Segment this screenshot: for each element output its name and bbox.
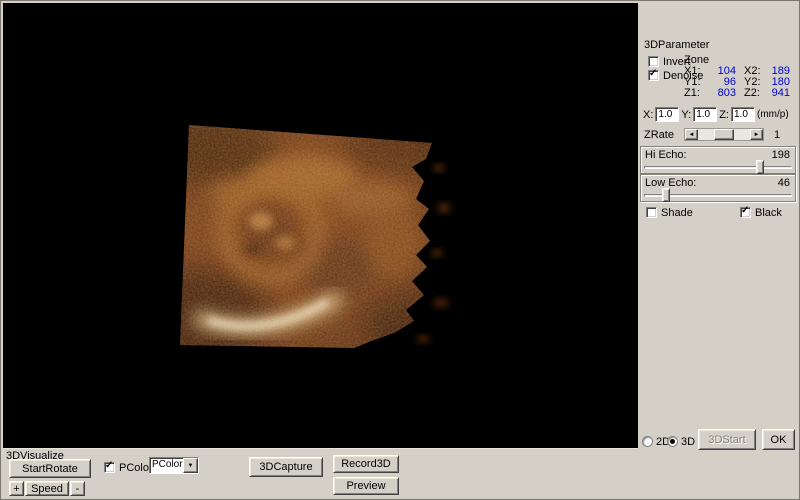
scroll-left-button[interactable]: ◄ xyxy=(685,129,698,140)
dropdown-button[interactable]: ▼ xyxy=(183,458,198,473)
denoise-checkbox-box[interactable]: ✓ xyxy=(648,70,659,81)
scale-z-label: Z: xyxy=(719,109,729,121)
hi-echo-slider[interactable] xyxy=(644,160,792,175)
invert-checkbox-box[interactable] xyxy=(648,56,659,67)
scale-x-label: X: xyxy=(643,109,653,121)
zrate-scroll-thumb[interactable] xyxy=(714,129,734,140)
start-rotate-button[interactable]: StartRotate xyxy=(9,459,91,478)
zone-z1-label: Z1: xyxy=(684,88,708,99)
black-label: Black xyxy=(755,207,782,219)
speed-button[interactable]: Speed xyxy=(25,481,69,496)
parameter-panel: 3DParameter Invert ✓ Denoise Zone X1: 10… xyxy=(638,3,799,499)
check-icon: ✓ xyxy=(105,460,113,472)
ultrasound-viewport[interactable] xyxy=(3,3,638,448)
mode-3d-label: 3D xyxy=(681,436,695,448)
check-icon: ✓ xyxy=(649,68,657,80)
scroll-right-icon: ► xyxy=(754,132,760,138)
mode-2d-radio-circle[interactable] xyxy=(642,436,653,447)
parameter-panel-title: 3DParameter xyxy=(644,39,709,51)
hi-echo-groupbox: Hi Echo: 198 xyxy=(640,146,796,174)
scale-y-input[interactable] xyxy=(693,107,717,122)
zone-z2-label: Z2: xyxy=(736,88,762,99)
pcolor-dropdown[interactable]: PColor ▼ xyxy=(149,457,199,474)
low-echo-groupbox: Low Echo: 46 xyxy=(640,174,796,202)
chevron-down-icon: ▼ xyxy=(188,463,194,469)
mode-3d-radio[interactable]: 3D xyxy=(667,435,695,448)
mode-2d-radio[interactable]: 2D xyxy=(642,435,670,448)
pcolor-dropdown-value: PColor xyxy=(150,458,183,473)
low-echo-slider[interactable] xyxy=(644,188,792,203)
speed-plus-button[interactable]: + xyxy=(9,481,24,496)
zone-z2-value: 941 xyxy=(762,88,790,99)
3dstart-button[interactable]: 3DStart xyxy=(698,429,756,450)
scale-row: X: Y: Z: (mm/p) xyxy=(643,107,797,122)
ok-button[interactable]: OK xyxy=(762,429,795,450)
zrate-scrollbar[interactable]: ◄ ► xyxy=(684,128,764,141)
zrate-scroll-track[interactable] xyxy=(698,129,750,140)
mode-3d-radio-circle[interactable] xyxy=(667,436,678,447)
3dcapture-button[interactable]: 3DCapture xyxy=(249,457,323,477)
scroll-right-button[interactable]: ► xyxy=(750,129,763,140)
zone-values: X1: 104 X2: 189 Y1: 96 Y2: 180 Z1: 803 Z… xyxy=(684,66,790,99)
black-checkbox-box[interactable]: ✓ xyxy=(740,207,751,218)
hi-echo-slider-thumb[interactable] xyxy=(756,160,764,174)
pcolor-checkbox-label: PColor xyxy=(119,462,153,474)
ultrasound-3d-render xyxy=(3,3,638,448)
scale-unit: (mm/p) xyxy=(757,109,789,120)
record3d-button[interactable]: Record3D xyxy=(333,455,399,473)
scroll-left-icon: ◄ xyxy=(689,132,695,138)
hi-echo-slider-track[interactable] xyxy=(644,166,792,169)
check-icon: ✓ xyxy=(741,205,749,217)
low-echo-slider-thumb[interactable] xyxy=(662,188,670,202)
black-checkbox[interactable]: ✓ Black xyxy=(740,206,782,219)
visualize-panel: 3DVisualize StartRotate + Speed - ✓ PCol… xyxy=(3,448,638,499)
zone-group: Zone X1: 104 X2: 189 Y1: 96 Y2: 180 Z1: … xyxy=(684,54,790,99)
zrate-label: ZRate xyxy=(644,129,674,141)
pcolor-checkbox-box[interactable]: ✓ xyxy=(104,462,115,473)
zrate-value: 1 xyxy=(774,129,780,141)
scale-y-label: Y: xyxy=(681,109,691,121)
speed-minus-button[interactable]: - xyxy=(70,481,85,496)
scale-z-input[interactable] xyxy=(731,107,755,122)
app-window: 3DParameter Invert ✓ Denoise Zone X1: 10… xyxy=(0,0,800,500)
preview-button[interactable]: Preview xyxy=(333,477,399,495)
shade-checkbox[interactable]: Shade xyxy=(646,206,693,219)
shade-checkbox-box[interactable] xyxy=(646,207,657,218)
scale-x-input[interactable] xyxy=(655,107,679,122)
shade-label: Shade xyxy=(661,207,693,219)
zone-z1-value: 803 xyxy=(708,88,736,99)
pcolor-checkbox[interactable]: ✓ PColor xyxy=(104,461,153,474)
